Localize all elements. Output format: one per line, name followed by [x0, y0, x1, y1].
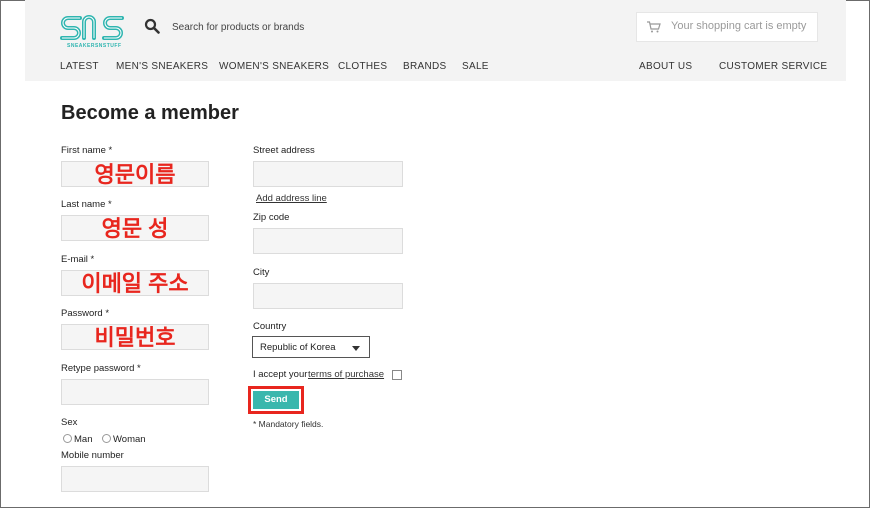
street-field[interactable]	[253, 161, 403, 187]
nav-sale[interactable]: SALE	[462, 61, 489, 72]
country-label: Country	[253, 321, 287, 332]
city-label: City	[253, 267, 270, 278]
zip-field[interactable]	[253, 228, 403, 254]
street-label: Street address	[253, 145, 315, 156]
terms-text: I accept your	[253, 369, 308, 380]
mandatory-note: * Mandatory fields.	[253, 419, 324, 429]
sex-label: Sex	[61, 417, 78, 428]
retype-password-label: Retype password *	[61, 363, 141, 374]
sex-man-radio[interactable]	[63, 434, 72, 443]
last-name-field[interactable]: 영문 성	[61, 215, 209, 241]
cart-icon	[647, 21, 661, 33]
sex-woman-label: Woman	[113, 434, 146, 445]
sex-man-label: Man	[74, 434, 93, 445]
last-name-value: 영문 성	[101, 216, 169, 241]
country-selected: Republic of Korea	[260, 342, 336, 353]
cart-status: Your shopping cart is empty	[671, 20, 807, 32]
nav-customer-service[interactable]: CUSTOMER SERVICE	[719, 61, 827, 72]
chevron-down-icon	[352, 346, 360, 351]
search-input[interactable]: Search for products or brands	[172, 22, 304, 33]
country-select[interactable]: Republic of Korea	[252, 336, 370, 358]
accept-terms-checkbox[interactable]	[392, 370, 402, 380]
password-field[interactable]: 비밀번호	[61, 324, 209, 350]
last-name-label: Last name *	[61, 199, 112, 210]
retype-password-field[interactable]	[61, 379, 209, 405]
nav-latest[interactable]: LATEST	[60, 61, 99, 72]
mobile-field[interactable]	[61, 466, 209, 492]
first-name-field[interactable]: 영문이름	[61, 161, 209, 187]
city-field[interactable]	[253, 283, 403, 309]
password-value: 비밀번호	[94, 325, 176, 350]
nav-about-us[interactable]: ABOUT US	[639, 61, 692, 72]
email-field[interactable]: 이메일 주소	[61, 270, 209, 296]
email-label: E-mail *	[61, 254, 95, 265]
logo-tagline: SNEAKERSNSTUFF	[67, 43, 122, 49]
cart-box[interactable]: Your shopping cart is empty	[636, 12, 818, 42]
page-title: Become a member	[61, 102, 239, 124]
nav-mens-sneakers[interactable]: MEN'S SNEAKERS	[116, 61, 208, 72]
password-label: Password *	[61, 308, 110, 319]
site-header: SNEAKERSNSTUFF Search for products or br…	[25, 0, 846, 81]
send-button[interactable]: Send	[253, 391, 299, 409]
terms-link[interactable]: terms of purchase	[308, 369, 384, 380]
first-name-value: 영문이름	[94, 162, 176, 187]
add-address-line-link[interactable]: Add address line	[256, 193, 327, 204]
first-name-label: First name *	[61, 145, 113, 156]
nav-womens-sneakers[interactable]: WOMEN'S SNEAKERS	[219, 61, 329, 72]
mobile-label: Mobile number	[61, 450, 124, 461]
nav-brands[interactable]: BRANDS	[403, 61, 446, 72]
search-icon[interactable]	[144, 18, 160, 34]
nav-clothes[interactable]: CLOTHES	[338, 61, 387, 72]
email-value: 이메일 주소	[81, 271, 189, 296]
zip-label: Zip code	[253, 212, 290, 223]
sex-woman-radio[interactable]	[102, 434, 111, 443]
